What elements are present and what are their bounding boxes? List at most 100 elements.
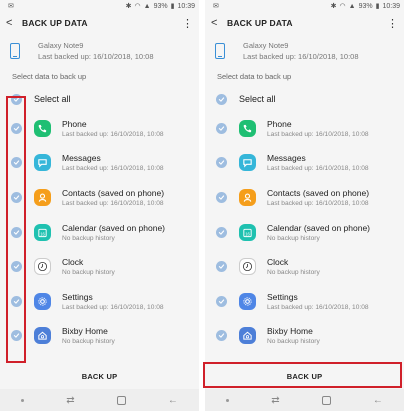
data-list: Phone Last backed up: 16/10/2018, 10:08 Me… <box>0 111 199 353</box>
item-checkbox[interactable] <box>216 226 227 238</box>
item-backup-status: No backup history <box>267 338 320 346</box>
back-arrow-icon[interactable]: < <box>211 17 227 29</box>
item-name: Settings <box>62 291 93 302</box>
battery-icon: ▮ <box>170 3 175 10</box>
item-name: Calendar (saved on phone) <box>267 222 371 233</box>
page-title: BACK UP DATA <box>22 18 88 28</box>
bixby-home-icon <box>34 327 51 345</box>
clock-time: 10:39 <box>382 2 400 10</box>
clock-time: 10:39 <box>177 2 195 10</box>
item-name: Phone <box>62 118 87 129</box>
battery-percent: 93% <box>358 2 373 10</box>
recent-apps-icon[interactable]: ⇄ <box>66 395 74 406</box>
item-name: Contacts (saved on phone) <box>62 187 165 198</box>
list-item[interactable]: Contacts (saved on phone) Last backed up:… <box>0 180 199 215</box>
contact-icon <box>239 188 256 206</box>
device-info: Galaxy Note9 Last backed up: 16/10/2018,… <box>205 34 404 68</box>
battery-percent: 93% <box>153 2 168 10</box>
list-item[interactable]: Bixby Home No backup history <box>205 319 404 354</box>
navigation-bar: ⇄ ← <box>205 389 404 411</box>
screen-left: ✉ ✱ ◠ ▲ 93% ▮ 10:39 < BACK UP DATA ⋮ Gal… <box>0 0 199 411</box>
item-name: Messages <box>62 153 101 164</box>
item-backup-status: Last backed up: 16/10/2018, 10:08 <box>267 130 369 138</box>
more-options-icon[interactable]: ⋮ <box>387 17 398 30</box>
svg-text:16: 16 <box>245 231 250 236</box>
back-up-button-highlight <box>203 362 402 388</box>
list-item[interactable]: Bixby Home No backup history <box>0 319 199 354</box>
nav-dot-icon[interactable] <box>226 398 230 402</box>
item-checkbox[interactable] <box>216 295 227 307</box>
signal-icon: ▲ <box>143 2 151 10</box>
navigation-bar: ⇄ ← <box>0 389 199 411</box>
device-name: Galaxy Note9 <box>38 41 84 50</box>
device-last-backup: Last backed up: 16/10/2018, 10:08 <box>38 52 154 61</box>
item-name: Contacts (saved on phone) <box>267 187 370 198</box>
list-item[interactable]: Messages Last backed up: 16/10/2018, 10:0… <box>0 146 199 181</box>
list-item[interactable]: Clock No backup history <box>0 249 199 284</box>
battery-icon: ▮ <box>375 3 380 10</box>
item-backup-status: No backup history <box>267 269 320 277</box>
list-item[interactable]: Phone Last backed up: 16/10/2018, 10:08 <box>0 111 199 146</box>
nav-dot-icon[interactable] <box>21 398 25 402</box>
item-name: Bixby Home <box>62 326 108 337</box>
item-checkbox[interactable] <box>216 191 227 203</box>
item-checkbox[interactable] <box>216 261 227 273</box>
status-bar: ✉ ✱ ◠ ▲ 93% ▮ 10:39 <box>205 0 404 12</box>
check-icon <box>218 160 225 166</box>
calendar-icon: 16 <box>239 223 256 241</box>
notification-icon: ✉ <box>213 3 219 10</box>
list-item[interactable]: Contacts (saved on phone) Last backed up:… <box>205 180 404 215</box>
list-item[interactable]: Messages Last backed up: 16/10/2018, 10:0… <box>205 146 404 181</box>
item-name: Phone <box>267 118 292 129</box>
status-bar: ✉ ✱ ◠ ▲ 93% ▮ 10:39 <box>0 0 199 12</box>
list-item[interactable]: Phone Last backed up: 16/10/2018, 10:08 <box>205 111 404 146</box>
select-all-row[interactable]: Select all <box>0 89 199 109</box>
clock-icon <box>34 258 51 276</box>
data-list: Phone Last backed up: 16/10/2018, 10:08 Me… <box>205 111 404 353</box>
page-title: BACK UP DATA <box>227 18 293 28</box>
list-item[interactable]: 16 Calendar (saved on phone) No backup his… <box>205 215 404 250</box>
notification-icon: ✉ <box>8 3 14 10</box>
phone-icon <box>34 119 51 137</box>
list-item[interactable]: 16 Calendar (saved on phone) No backup his… <box>0 215 199 250</box>
item-checkbox[interactable] <box>216 122 227 134</box>
backup-bar: BACK UP <box>0 364 199 388</box>
check-icon <box>218 126 225 131</box>
item-name: Bixby Home <box>267 326 313 337</box>
item-backup-status: Last backed up: 16/10/2018, 10:08 <box>62 165 164 173</box>
contact-icon <box>34 188 51 206</box>
device-info: Galaxy Note9 Last backed up: 16/10/2018,… <box>0 34 199 68</box>
calendar-icon: 16 <box>34 223 51 241</box>
list-item[interactable]: Settings Last backed up: 16/10/2018, 10:0… <box>205 284 404 319</box>
screen-right: ✉ ✱ ◠ ▲ 93% ▮ 10:39 < BACK UP DATA ⋮ Gal… <box>205 0 404 411</box>
svg-text:16: 16 <box>40 231 45 236</box>
list-item[interactable]: Clock No backup history <box>205 249 404 284</box>
item-checkbox[interactable] <box>216 330 227 342</box>
more-options-icon[interactable]: ⋮ <box>182 17 193 30</box>
list-item[interactable]: Settings Last backed up: 16/10/2018, 10:0… <box>0 284 199 319</box>
item-backup-status: Last backed up: 16/10/2018, 10:08 <box>62 130 164 138</box>
wifi-icon: ◠ <box>134 3 141 10</box>
home-icon[interactable] <box>116 395 126 405</box>
select-all-label: Select all <box>239 94 276 104</box>
item-backup-status: Last backed up: 16/10/2018, 10:08 <box>267 165 369 173</box>
check-icon <box>218 333 225 339</box>
bixby-home-icon <box>239 327 256 345</box>
bluetooth-icon: ✱ <box>330 3 337 10</box>
app-bar: < BACK UP DATA ⋮ <box>205 12 404 34</box>
clock-icon <box>239 258 256 276</box>
home-icon[interactable] <box>321 395 331 405</box>
select-all-row[interactable]: Select all <box>205 89 404 109</box>
back-arrow-icon[interactable]: < <box>6 17 22 29</box>
nav-back-icon[interactable]: ← <box>168 395 178 406</box>
item-checkbox[interactable] <box>216 157 227 169</box>
recent-apps-icon[interactable]: ⇄ <box>271 395 279 406</box>
select-all-checkbox[interactable] <box>216 93 227 105</box>
item-backup-status: Last backed up: 16/10/2018, 10:08 <box>62 199 164 207</box>
item-backup-status: No backup history <box>267 234 320 242</box>
nav-back-icon[interactable]: ← <box>373 395 383 406</box>
item-backup-status: No backup history <box>62 269 115 277</box>
back-up-button[interactable]: BACK UP <box>82 372 118 381</box>
app-bar: < BACK UP DATA ⋮ <box>0 12 199 34</box>
item-backup-status: Last backed up: 16/10/2018, 10:08 <box>62 303 164 311</box>
